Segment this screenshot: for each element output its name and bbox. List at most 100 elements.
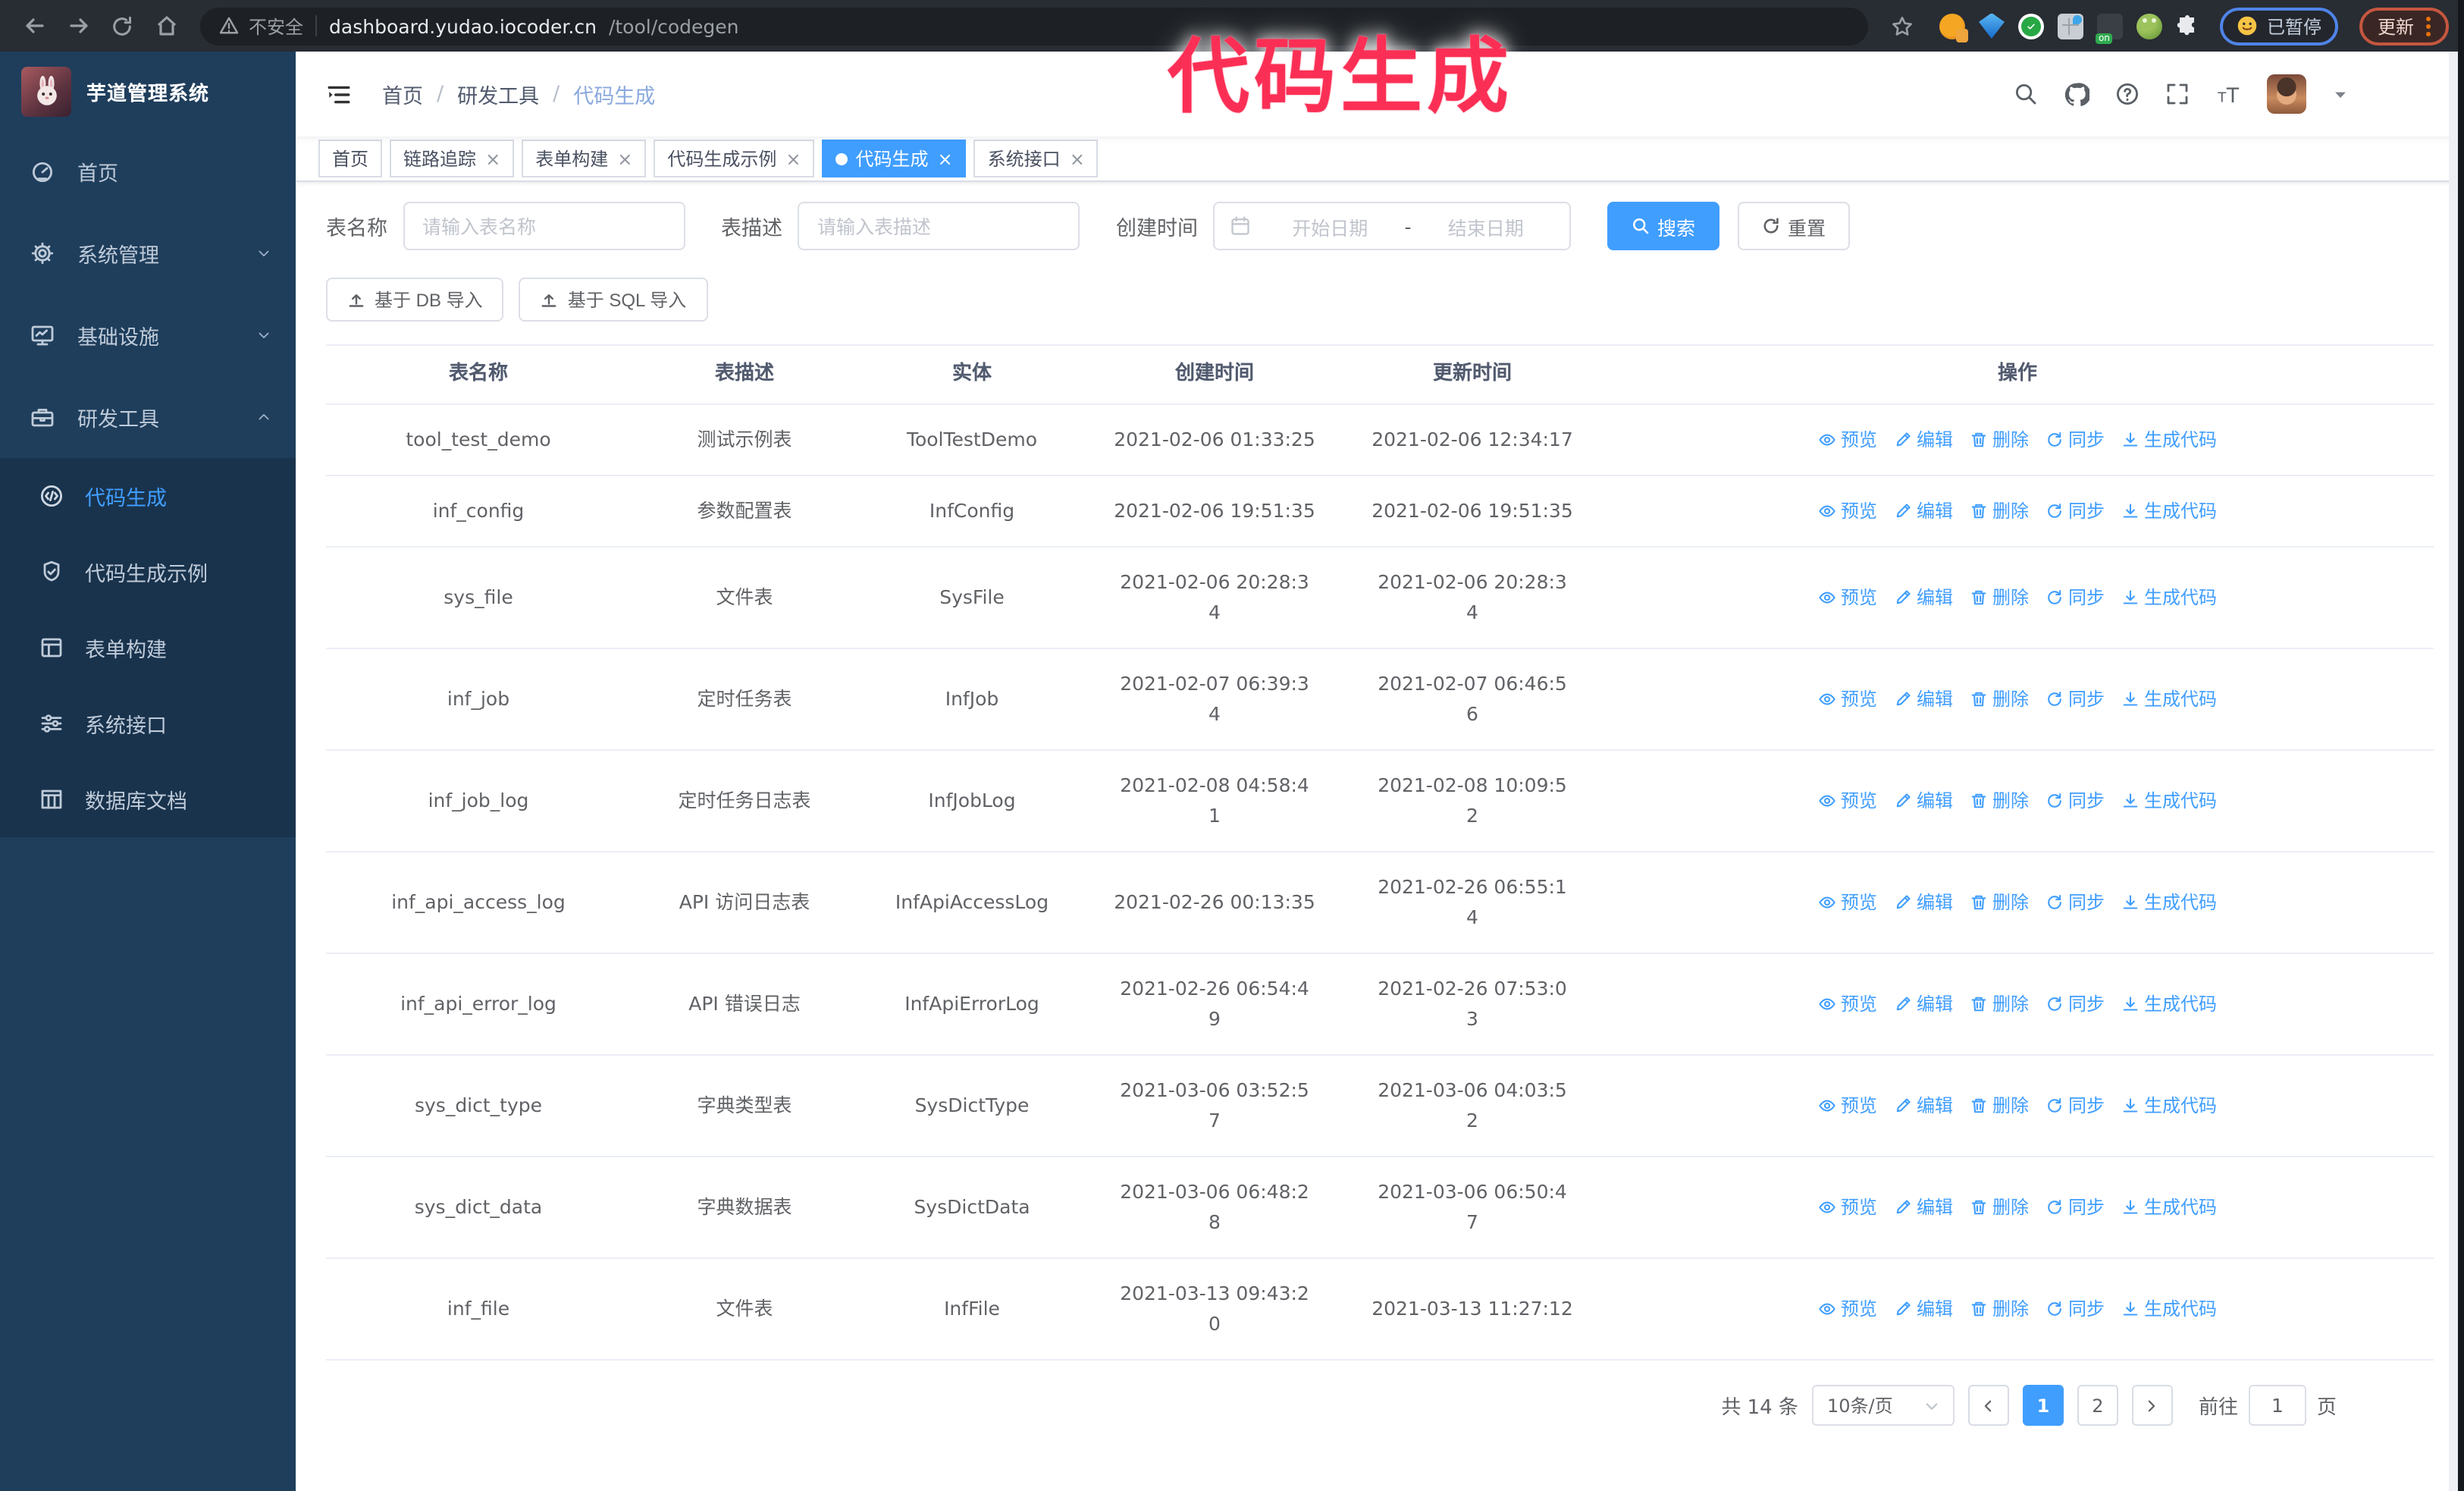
ext-frog-icon[interactable]: [2136, 13, 2162, 39]
user-avatar[interactable]: [2267, 74, 2306, 114]
preview-action[interactable]: 预览: [1818, 1192, 1877, 1223]
sidebar-item-2[interactable]: 基础设施: [0, 294, 296, 376]
address-bar[interactable]: 不安全 dashboard.yudao.iocoder.cn/tool/code…: [200, 7, 1868, 45]
edit-action[interactable]: 编辑: [1894, 887, 1953, 918]
generate-code-action[interactable]: 生成代码: [2121, 582, 2217, 613]
preview-action[interactable]: 预览: [1818, 425, 1877, 455]
tab-5[interactable]: 系统接口 ×: [973, 140, 1099, 177]
generate-code-action[interactable]: 生成代码: [2121, 684, 2217, 714]
edit-action[interactable]: 编辑: [1894, 496, 1953, 526]
edit-action[interactable]: 编辑: [1894, 1294, 1953, 1324]
close-tab-icon[interactable]: ×: [1070, 149, 1085, 168]
sidebar-item-3[interactable]: 研发工具: [0, 376, 296, 458]
delete-action[interactable]: 删除: [1970, 989, 2029, 1019]
security-warning[interactable]: 不安全: [218, 13, 303, 39]
ext-puzzle-icon[interactable]: [2176, 13, 2202, 39]
generate-code-action[interactable]: 生成代码: [2121, 887, 2217, 918]
reset-button[interactable]: 重置: [1738, 202, 1851, 250]
generate-code-action[interactable]: 生成代码: [2121, 1091, 2217, 1121]
ext-orange-icon[interactable]: [1939, 13, 1968, 42]
page-button-2[interactable]: 2: [2077, 1385, 2118, 1426]
sync-action[interactable]: 同步: [2045, 989, 2105, 1019]
caret-down-icon[interactable]: [2332, 86, 2349, 102]
import-db-button[interactable]: 基于 DB 导入: [326, 278, 504, 322]
sidebar-subitem-2[interactable]: 表单构建: [0, 610, 296, 686]
edit-action[interactable]: 编辑: [1894, 1192, 1953, 1223]
sidebar-item-0[interactable]: 首页: [0, 130, 296, 212]
close-tab-icon[interactable]: ×: [938, 149, 953, 168]
tab-3[interactable]: 代码生成示例 ×: [654, 140, 815, 177]
edit-action[interactable]: 编辑: [1894, 582, 1953, 613]
edit-action[interactable]: 编辑: [1894, 989, 1953, 1019]
preview-action[interactable]: 预览: [1818, 989, 1877, 1019]
browser-update-button[interactable]: 更新: [2359, 7, 2449, 45]
page-size-select[interactable]: 10条/页: [1811, 1385, 1955, 1426]
back-icon[interactable]: [15, 7, 53, 45]
delete-action[interactable]: 删除: [1970, 786, 2029, 816]
close-tab-icon[interactable]: ×: [617, 149, 632, 168]
generate-code-action[interactable]: 生成代码: [2121, 1192, 2217, 1223]
breadcrumb-item-1[interactable]: 研发工具: [457, 79, 539, 109]
delete-action[interactable]: 删除: [1970, 887, 2029, 918]
sync-action[interactable]: 同步: [2045, 496, 2105, 526]
preview-action[interactable]: 预览: [1818, 684, 1877, 714]
edit-action[interactable]: 编辑: [1894, 425, 1953, 455]
tab-0[interactable]: 首页: [318, 140, 383, 177]
preview-action[interactable]: 预览: [1818, 1294, 1877, 1324]
sync-action[interactable]: 同步: [2045, 887, 2105, 918]
browser-menu-icon[interactable]: [2426, 16, 2431, 36]
page-scrollbar[interactable]: [2449, 52, 2458, 1491]
ext-check-icon[interactable]: [2017, 13, 2044, 39]
preview-action[interactable]: 预览: [1818, 786, 1877, 816]
next-page-button[interactable]: [2131, 1385, 2173, 1426]
ext-grid-icon[interactable]: [2057, 13, 2083, 39]
edit-action[interactable]: 编辑: [1894, 684, 1953, 714]
generate-code-action[interactable]: 生成代码: [2121, 989, 2217, 1019]
generate-code-action[interactable]: 生成代码: [2121, 496, 2217, 526]
sync-action[interactable]: 同步: [2045, 1192, 2105, 1223]
page-button-1[interactable]: 1: [2022, 1385, 2064, 1426]
github-icon[interactable]: [2064, 81, 2089, 107]
sync-action[interactable]: 同步: [2045, 582, 2105, 613]
tab-1[interactable]: 链路追踪 ×: [390, 140, 515, 177]
close-tab-icon[interactable]: ×: [485, 149, 500, 168]
sidebar-item-1[interactable]: 系统管理: [0, 212, 296, 294]
table-name-input[interactable]: [403, 202, 685, 250]
sync-action[interactable]: 同步: [2045, 1294, 2105, 1324]
tab-4[interactable]: 代码生成 ×: [822, 140, 967, 177]
tab-2[interactable]: 表单构建 ×: [522, 140, 647, 177]
sidebar-subitem-3[interactable]: 系统接口: [0, 686, 296, 761]
preview-action[interactable]: 预览: [1818, 887, 1877, 918]
preview-action[interactable]: 预览: [1818, 582, 1877, 613]
preview-action[interactable]: 预览: [1818, 496, 1877, 526]
fullscreen-icon[interactable]: [2165, 82, 2190, 106]
table-desc-input[interactable]: [798, 202, 1080, 250]
goto-page-input[interactable]: [2248, 1385, 2306, 1426]
delete-action[interactable]: 删除: [1970, 425, 2029, 455]
ext-dark-icon[interactable]: on: [2095, 13, 2123, 43]
search-icon[interactable]: [2014, 82, 2038, 106]
preview-action[interactable]: 预览: [1818, 1091, 1877, 1121]
ext-gem-icon[interactable]: [1978, 13, 2005, 39]
sidebar-subitem-1[interactable]: 代码生成示例: [0, 534, 296, 610]
delete-action[interactable]: 删除: [1970, 684, 2029, 714]
sync-action[interactable]: 同步: [2045, 684, 2105, 714]
app-logo[interactable]: 芋道管理系统: [0, 52, 296, 130]
delete-action[interactable]: 删除: [1970, 1091, 2029, 1121]
delete-action[interactable]: 删除: [1970, 582, 2029, 613]
prev-page-button[interactable]: [1967, 1385, 2009, 1426]
profile-chip[interactable]: 已暂停: [2219, 7, 2338, 45]
breadcrumb-item-0[interactable]: 首页: [382, 79, 423, 109]
generate-code-action[interactable]: 生成代码: [2121, 1294, 2217, 1324]
sync-action[interactable]: 同步: [2045, 425, 2105, 455]
date-range-picker[interactable]: 开始日期 - 结束日期: [1213, 202, 1571, 250]
close-tab-icon[interactable]: ×: [785, 149, 801, 168]
forward-icon[interactable]: [59, 7, 97, 45]
generate-code-action[interactable]: 生成代码: [2121, 425, 2217, 455]
delete-action[interactable]: 删除: [1970, 1192, 2029, 1223]
bookmark-star-icon[interactable]: [1883, 7, 1921, 45]
delete-action[interactable]: 删除: [1970, 1294, 2029, 1324]
reload-icon[interactable]: [103, 7, 141, 45]
edit-action[interactable]: 编辑: [1894, 1091, 1953, 1121]
sidebar-subitem-4[interactable]: 数据库文档: [0, 761, 296, 837]
